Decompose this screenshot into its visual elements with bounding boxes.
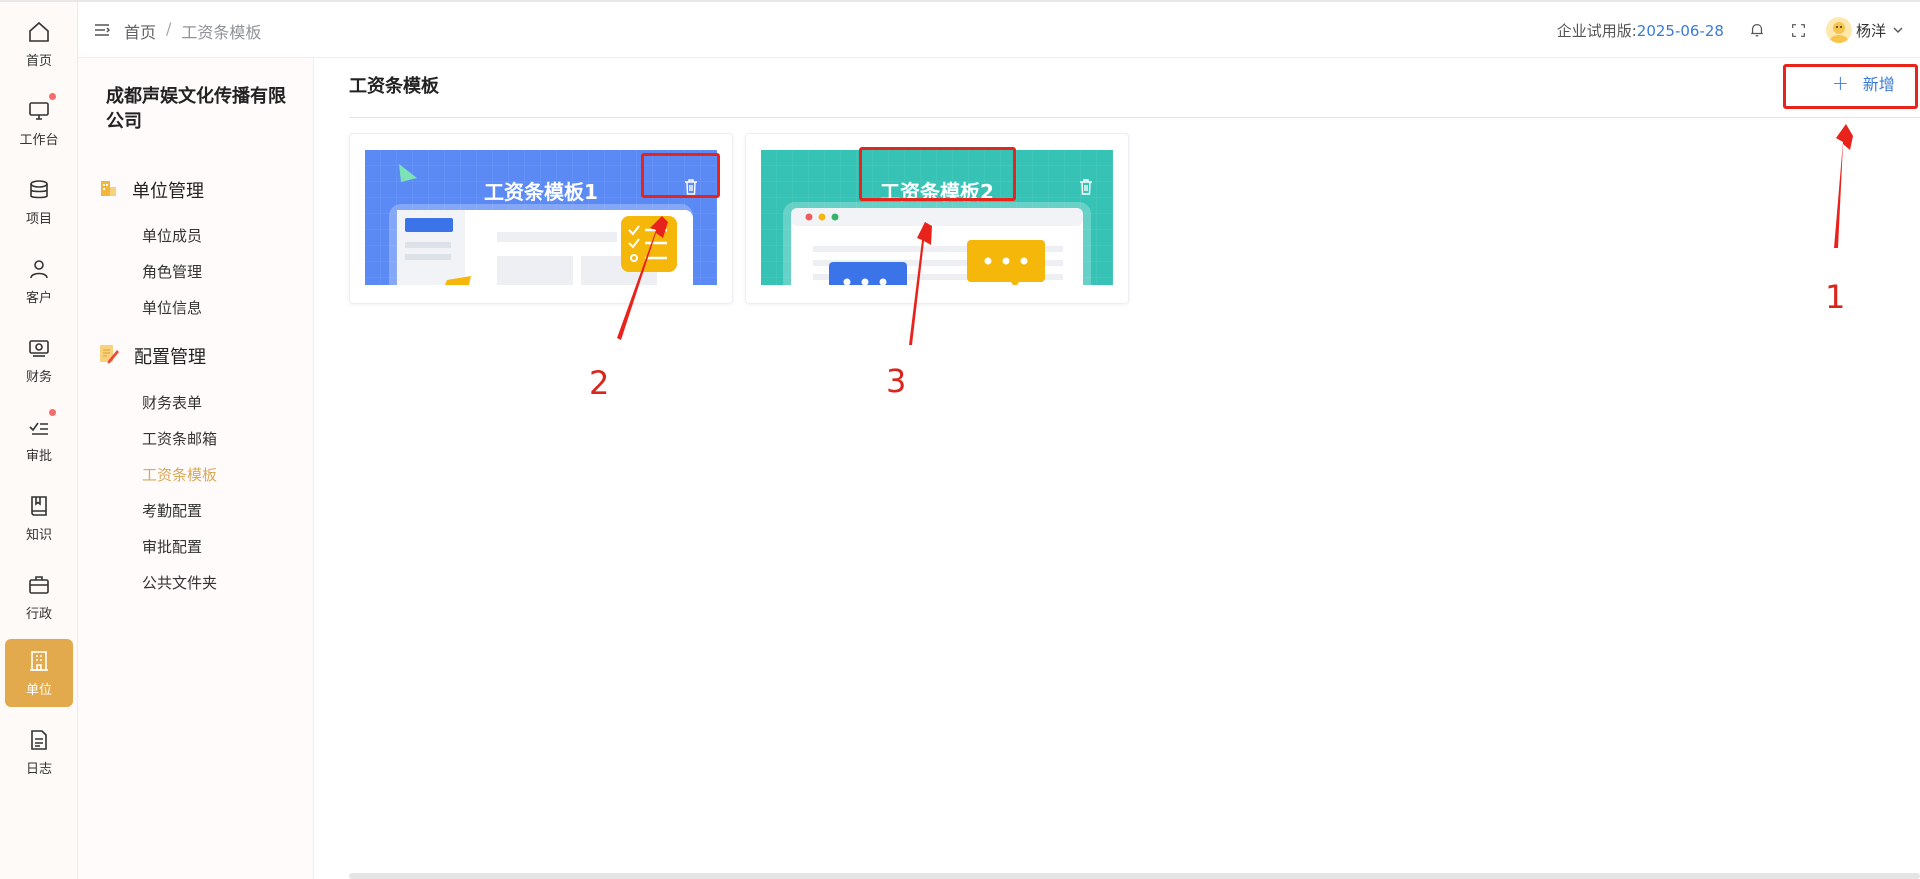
sidebar-item-unit-info[interactable]: 单位信息 xyxy=(142,297,202,318)
rail-label: 日志 xyxy=(25,761,52,777)
rail-label: 单位 xyxy=(25,682,52,698)
trash-icon[interactable] xyxy=(1075,176,1097,198)
sidebar-item-payslip-template[interactable]: 工资条模板 xyxy=(142,464,217,485)
notification-badge xyxy=(49,92,56,100)
annotation-label-2: 2 xyxy=(589,364,610,402)
edit-document-icon xyxy=(98,343,120,369)
rail-item-log[interactable]: 日志 xyxy=(5,718,73,786)
chevron-down-icon xyxy=(1892,24,1904,36)
menu-toggle-icon[interactable] xyxy=(94,22,111,38)
page-title: 工资条模板 xyxy=(349,76,439,97)
group-unit-management[interactable]: 单位管理 xyxy=(98,177,204,203)
rail-label: 工作台 xyxy=(19,132,59,148)
rail-item-project[interactable]: 项目 xyxy=(5,168,73,236)
rail-label: 客户 xyxy=(25,290,52,306)
rail-item-workbench[interactable]: 工作台 xyxy=(5,89,73,157)
user-icon xyxy=(27,257,51,281)
group-config-management[interactable]: 配置管理 xyxy=(98,343,206,369)
sidebar-item-approval-config[interactable]: 审批配置 xyxy=(142,536,202,557)
breadcrumb-current: 工资条模板 xyxy=(181,23,262,42)
rail-item-home[interactable]: 首页 xyxy=(5,10,73,78)
rail-label: 项目 xyxy=(25,211,52,227)
rail-item-admin[interactable]: 行政 xyxy=(5,563,73,631)
briefcase-icon xyxy=(27,573,51,597)
document-icon xyxy=(27,728,51,752)
group-label: 配置管理 xyxy=(134,347,206,368)
rail-label: 首页 xyxy=(25,53,52,69)
title-divider xyxy=(349,117,1920,118)
monitor-icon xyxy=(27,92,56,123)
rail-label: 审批 xyxy=(25,448,52,464)
breadcrumb-separator: / xyxy=(166,19,172,38)
fullscreen-icon[interactable] xyxy=(1790,21,1808,39)
sidebar-item-roles[interactable]: 角色管理 xyxy=(142,261,202,282)
highlight-delete-icon xyxy=(641,153,720,198)
home-icon xyxy=(27,20,51,44)
money-icon xyxy=(27,336,51,360)
breadcrumb: 首页 / 工资条模板 xyxy=(124,19,261,43)
rail-label: 行政 xyxy=(25,606,52,622)
sidebar-item-payslip-email[interactable]: 工资条邮箱 xyxy=(142,428,217,449)
rail-item-finance[interactable]: 财务 xyxy=(5,326,73,394)
rail-item-approval[interactable]: 审批 xyxy=(5,405,73,473)
top-header: 首页 / 工资条模板 企业试用版:2025-06-28 杨洋 xyxy=(78,2,1920,58)
trial-label: 企业试用版: xyxy=(1556,21,1637,40)
secondary-sidebar: 成都声娱文化传播有限公司 单位管理 单位成员 角色管理 单位信息 配置管理 财务… xyxy=(78,58,314,879)
rail-item-knowledge[interactable]: 知识 xyxy=(5,484,73,552)
horizontal-scrollbar[interactable] xyxy=(349,873,1920,879)
approval-icon xyxy=(27,408,56,439)
sidebar-item-members[interactable]: 单位成员 xyxy=(142,225,202,246)
breadcrumb-home[interactable]: 首页 xyxy=(124,19,156,43)
building-icon xyxy=(27,649,51,673)
annotation-label-3: 3 xyxy=(886,362,907,400)
rail-label: 知识 xyxy=(25,527,52,543)
highlight-template-name xyxy=(859,147,1016,201)
highlight-add-button xyxy=(1783,64,1918,109)
notification-badge xyxy=(49,408,56,416)
sidebar-item-attendance-config[interactable]: 考勤配置 xyxy=(142,500,202,521)
rail-label: 财务 xyxy=(25,369,52,385)
sidebar-item-public-folder[interactable]: 公共文件夹 xyxy=(142,572,217,593)
main-nav-rail: 首页 工作台 项目 客户 财务 审批 知识 行政 单位 日志 xyxy=(0,2,78,879)
bell-icon[interactable] xyxy=(1748,21,1766,39)
trial-date: 2025-06-28 xyxy=(1636,21,1724,40)
annotation-label-1: 1 xyxy=(1825,278,1846,316)
user-name: 杨洋 xyxy=(1855,21,1886,40)
building-group-icon xyxy=(98,178,118,202)
sidebar-item-finance-forms[interactable]: 财务表单 xyxy=(142,392,202,413)
trial-info: 企业试用版:2025-06-28 xyxy=(1557,20,1724,41)
book-icon xyxy=(27,494,51,518)
database-icon xyxy=(27,178,51,202)
avatar xyxy=(1825,17,1852,43)
group-label: 单位管理 xyxy=(132,181,204,202)
user-menu[interactable]: 杨洋 xyxy=(1825,17,1904,43)
rail-item-unit[interactable]: 单位 xyxy=(5,639,73,707)
rail-item-customer[interactable]: 客户 xyxy=(5,247,73,315)
company-name: 成都声娱文化传播有限公司 xyxy=(106,86,286,132)
